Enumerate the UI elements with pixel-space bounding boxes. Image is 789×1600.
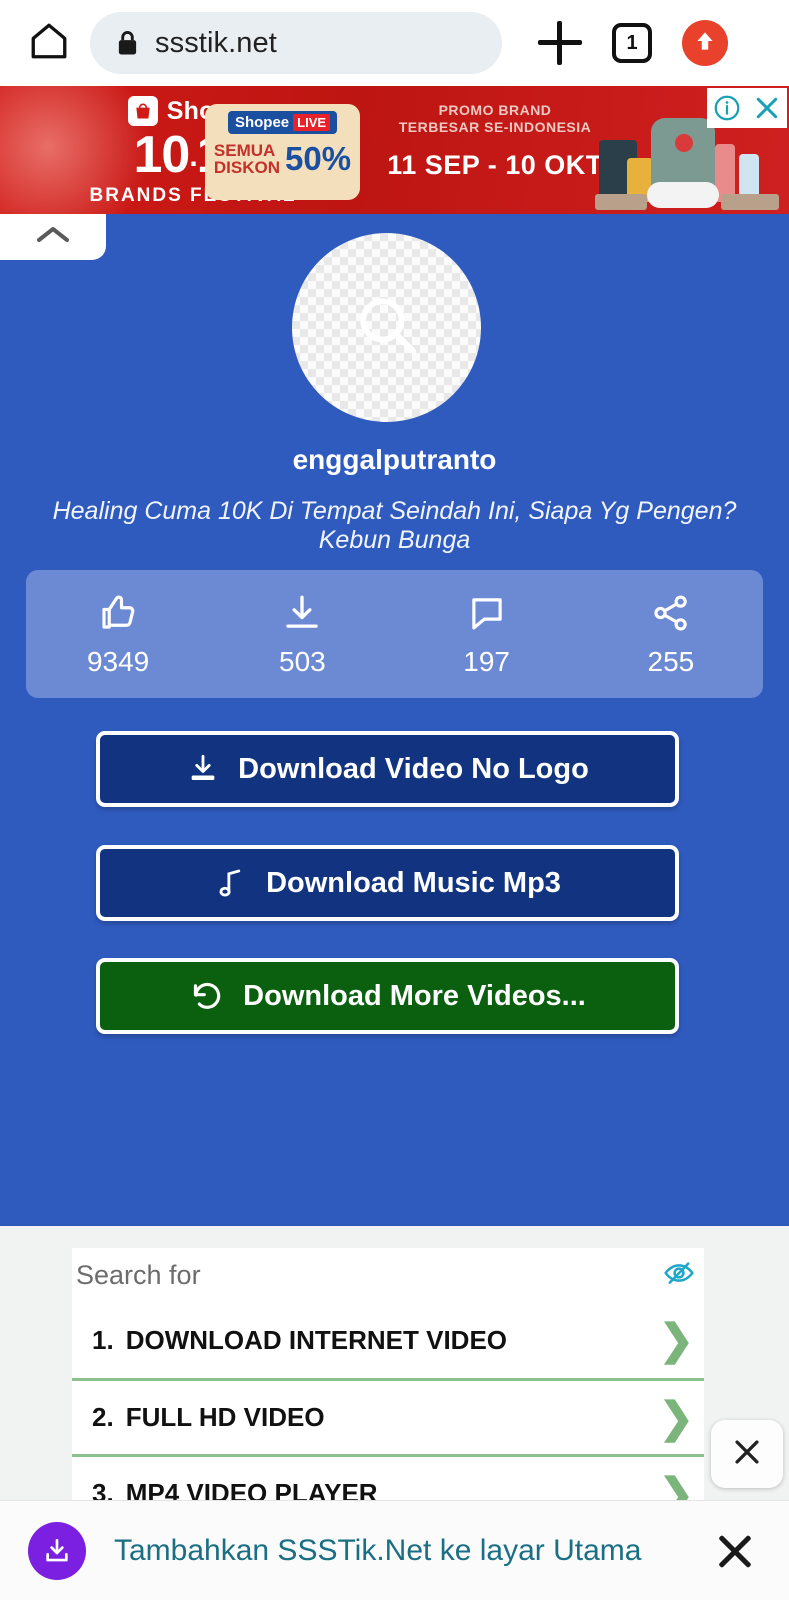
live-badge-label: LIVE xyxy=(293,114,331,131)
thumbs-up-icon xyxy=(26,590,210,636)
search-for-label: Search for xyxy=(76,1259,201,1290)
ssstik-result-page: enggalputranto Healing Cuma 10K Di Tempa… xyxy=(0,214,789,1226)
share-icon xyxy=(579,590,763,636)
shopee-live-brand: Shopee xyxy=(234,114,290,131)
shopee-ad-banner[interactable]: Shopee 10.10 BRANDS FESTIVAL Shopee LIVE… xyxy=(0,86,789,214)
toolbar-actions: 1 xyxy=(538,20,728,66)
search-result-item-1[interactable]: 1. DOWNLOAD INTERNET VIDEO ❯ xyxy=(72,1302,704,1378)
product-stand-left xyxy=(595,194,647,210)
ad-discount-label: SEMUA DISKON xyxy=(214,142,280,176)
shopee-bag-icon xyxy=(127,96,158,126)
ad-discount-label-line2: DISKON xyxy=(213,158,281,177)
search-result-label: DOWNLOAD INTERNET VIDEO xyxy=(125,1324,508,1355)
tab-counter-button[interactable]: 1 xyxy=(612,23,652,63)
stat-shares-value: 255 xyxy=(647,646,695,677)
add-to-home-text[interactable]: Tambahkan SSSTik.Net ke layar Utama xyxy=(114,1534,709,1568)
url-bar[interactable]: ssstik.net xyxy=(90,12,502,74)
update-button[interactable] xyxy=(682,20,728,66)
ad-headline-left: 10 xyxy=(133,126,190,184)
home-icon xyxy=(28,20,70,67)
search-widget-header: Search for xyxy=(72,1248,704,1302)
avatar xyxy=(292,233,481,422)
download-icon xyxy=(210,590,394,636)
ad-promo-text: PROMO BRAND TERBESAR SE-INDONESIA xyxy=(380,102,610,136)
stat-comments-value: 197 xyxy=(463,646,510,677)
ad-right-block: PROMO BRAND TERBESAR SE-INDONESIA 11 SEP… xyxy=(380,102,610,181)
stat-comments: 197 xyxy=(395,590,579,678)
refresh-icon xyxy=(189,978,225,1014)
new-tab-button[interactable] xyxy=(538,21,582,65)
search-result-text: 1. DOWNLOAD INTERNET VIDEO xyxy=(92,1325,507,1356)
ad-promo-line1: PROMO BRAND xyxy=(438,102,552,118)
ad-discount-row: SEMUA DISKON 50% xyxy=(205,140,360,178)
download-video-no-logo-button[interactable]: Download Video No Logo xyxy=(96,731,679,807)
chevron-up-icon xyxy=(33,223,73,252)
stat-shares: 255 xyxy=(579,590,763,678)
ad-choices-info-button[interactable] xyxy=(707,88,747,128)
search-card: Search for 1. DOWNLOAD INTERNET VIDEO ❯ xyxy=(72,1248,704,1530)
stat-likes-value: 9349 xyxy=(86,646,150,677)
search-result-label: FULL HD VIDEO xyxy=(125,1402,325,1432)
ad-promo-line2: TERBESAR SE-INDONESIA xyxy=(398,119,592,135)
search-result-number: 1. xyxy=(92,1324,114,1355)
add-to-home-close-button[interactable] xyxy=(709,1525,761,1577)
download-music-mp3-button[interactable]: Download Music Mp3 xyxy=(96,845,679,921)
eye-slash-icon[interactable] xyxy=(662,1256,696,1295)
stats-bar: 9349 503 197 255 xyxy=(26,570,763,698)
close-icon xyxy=(730,1435,764,1474)
chevron-right-icon: ❯ xyxy=(658,1316,694,1363)
ad-close-button[interactable] xyxy=(747,88,787,128)
stat-downloads-value: 503 xyxy=(279,646,326,677)
search-result-number: 2. xyxy=(92,1402,114,1432)
lock-icon xyxy=(116,29,139,57)
collapse-ad-button[interactable] xyxy=(0,214,106,260)
video-caption: Healing Cuma 10K Di Tempat Seindah Ini, … xyxy=(52,497,737,554)
widget-close-button[interactable] xyxy=(711,1420,783,1488)
ad-headline-dot: . xyxy=(189,140,197,173)
search-result-item-2[interactable]: 2. FULL HD VIDEO ❯ xyxy=(72,1378,704,1454)
download-more-videos-button[interactable]: Download More Videos... xyxy=(96,958,679,1034)
product-shoes xyxy=(647,182,719,208)
ad-dates: 11 SEP - 10 OKT xyxy=(387,150,603,180)
mobile-browser-screen: ssstik.net 1 10. BRANDS FESTIVAL Shopee … xyxy=(0,0,789,1600)
download-music-mp3-label: Download Music Mp3 xyxy=(266,866,561,899)
page-title: enggalputranto xyxy=(292,444,497,475)
search-result-text: 2. FULL HD VIDEO xyxy=(92,1402,325,1433)
product-stand-right xyxy=(721,194,779,210)
chevron-right-icon: ❯ xyxy=(658,1393,694,1441)
download-video-no-logo-label: Download Video No Logo xyxy=(238,752,589,785)
url-text: ssstik.net xyxy=(155,26,277,59)
browser-toolbar: ssstik.net 1 xyxy=(0,0,789,86)
ad-discount-card: Shopee LIVE SEMUA DISKON 50% xyxy=(205,104,360,200)
ad-choices-controls xyxy=(707,88,787,128)
shopee-live-badge: Shopee LIVE xyxy=(227,111,338,134)
music-note-icon xyxy=(214,866,248,900)
home-button[interactable] xyxy=(22,16,76,70)
image-placeholder-search-icon xyxy=(350,288,424,367)
tab-count-label: 1 xyxy=(626,31,638,54)
ad-discount-value: 50% xyxy=(285,140,352,177)
download-more-videos-label: Download More Videos... xyxy=(243,979,586,1012)
comment-icon xyxy=(395,590,579,636)
upload-arrow-icon xyxy=(692,28,718,59)
stat-likes: 9349 xyxy=(26,590,210,678)
product-backpack-badge xyxy=(675,134,693,152)
add-to-home-banner: Tambahkan SSSTik.Net ke layar Utama xyxy=(0,1500,789,1600)
download-icon xyxy=(186,752,220,786)
stat-downloads: 503 xyxy=(210,590,394,678)
download-circle-icon xyxy=(28,1521,86,1580)
